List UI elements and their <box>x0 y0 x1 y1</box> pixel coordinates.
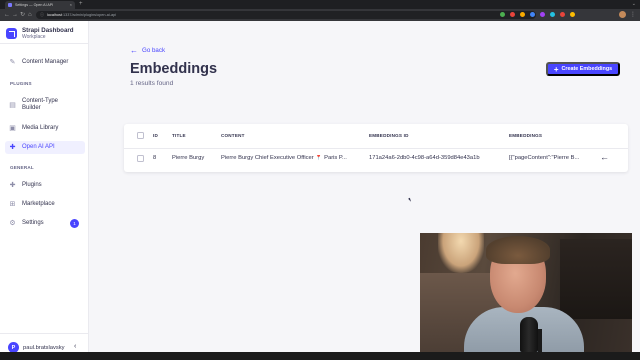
sidebar-item-content-manager[interactable]: ✎ Content Manager <box>5 56 85 69</box>
mic-stand <box>538 329 542 352</box>
sidebar-item-label: Open AI API <box>22 144 55 150</box>
mouse-cursor-icon <box>408 197 412 203</box>
address-bar[interactable]: ⓘ localhost:1337/admin/plugins/open-ai-a… <box>36 11 536 19</box>
new-tab-button[interactable]: + <box>79 1 83 8</box>
lamp <box>438 233 484 273</box>
puzzle-icon: ✚ <box>9 182 16 189</box>
sidebar-item-label: Settings <box>22 220 44 226</box>
extension-icon[interactable] <box>500 12 505 17</box>
sidebar-item-label: Content-Type Builder <box>22 98 59 111</box>
browser-tabstrip: Settings — Open AI API × + ⌄ <box>0 0 640 9</box>
arrow-left-icon: ← <box>130 46 138 55</box>
cell-embeddings: [{"pageContent":"Pierre B... <box>509 155 580 161</box>
plugins-heading: PLUGINS <box>10 81 32 86</box>
url-text: localhost:1337/admin/plugins/open-ai-api <box>47 13 117 17</box>
extension-icon[interactable] <box>530 12 535 17</box>
sidebar-divider <box>0 333 89 334</box>
layout-icon: ▤ <box>9 101 16 109</box>
forward-nav-icon[interactable]: → <box>12 11 18 19</box>
sidebar-item-label: Marketplace <box>22 201 55 207</box>
column-header-embeddings-id[interactable]: EMBEDDINGS ID <box>369 133 409 138</box>
strapi-favicon-icon <box>8 3 12 7</box>
plus-icon: + <box>553 64 559 74</box>
webcam-overlay <box>420 233 632 352</box>
go-back-label: Go back <box>142 47 166 54</box>
brand-subtitle: Workplace <box>22 34 46 40</box>
browser-toolbar: ← → ↻ ⌂ ⓘ localhost:1337/admin/plugins/o… <box>0 9 640 21</box>
browser-tab[interactable]: Settings — Open AI API × <box>5 1 75 9</box>
extension-icon[interactable] <box>520 12 525 17</box>
browser-menu-icon[interactable]: ⋮ <box>630 11 636 19</box>
image-icon: ▣ <box>9 125 16 132</box>
taskbar <box>0 352 640 360</box>
cell-embeddings-id: 171a24a6-2db0-4c98-a64d-359d84e43a1b <box>369 155 480 161</box>
go-back-link[interactable]: ← Go back <box>130 46 166 55</box>
collapse-sidebar-icon[interactable]: ‹ <box>74 343 76 351</box>
notification-badge: 1 <box>70 219 79 228</box>
sidebar-item-label: Plugins <box>22 182 42 188</box>
extensions-bar <box>500 12 575 17</box>
sidebar: Strapi Dashboard Workplace ✎ Content Man… <box>0 21 89 360</box>
table-divider <box>124 148 628 149</box>
sidebar-divider <box>0 43 89 44</box>
user-name: paul.bratslavsky <box>23 344 65 351</box>
select-all-checkbox[interactable] <box>137 132 144 139</box>
column-header-content[interactable]: CONTENT <box>221 133 245 138</box>
back-nav-icon[interactable]: ← <box>4 11 10 19</box>
extension-icon[interactable] <box>550 12 555 17</box>
create-embeddings-label: Create Embeddings <box>561 66 613 72</box>
sidebar-item-media-library[interactable]: ▣ Media Library <box>5 122 85 135</box>
column-header-title[interactable]: TITLE <box>172 133 186 138</box>
sidebar-item-label: Content Manager <box>22 59 69 65</box>
brand: Strapi Dashboard Workplace <box>6 27 74 40</box>
microphone <box>520 317 538 352</box>
reload-icon[interactable]: ↻ <box>20 11 25 19</box>
gear-icon: ⚙ <box>9 220 16 227</box>
cell-content: Pierre Burgy Chief Executive Officer 📍 P… <box>221 155 347 161</box>
cell-id: 8 <box>153 155 157 161</box>
column-header-id[interactable]: ID <box>153 133 158 138</box>
extension-icon[interactable] <box>570 12 575 17</box>
sidebar-item-content-type-builder[interactable]: ▤ Content-Type Builder <box>5 97 85 113</box>
puzzle-icon: ✚ <box>9 144 16 151</box>
extension-icon[interactable] <box>560 12 565 17</box>
cart-icon: ⊞ <box>9 201 16 208</box>
results-count: 1 results found <box>130 80 174 87</box>
arrow-left-icon[interactable]: ← <box>600 152 609 162</box>
site-info-icon[interactable]: ⓘ <box>40 12 44 18</box>
strapi-logo-icon <box>6 28 17 39</box>
presenter-hair <box>486 236 550 264</box>
brand-title: Strapi Dashboard <box>22 27 74 34</box>
sidebar-item-plugins[interactable]: ✚ Plugins <box>5 179 85 192</box>
general-heading: GENERAL <box>10 165 34 170</box>
embeddings-table: ID TITLE CONTENT EMBEDDINGS ID EMBEDDING… <box>124 124 628 172</box>
cell-title: Pierre Burgy <box>172 155 205 161</box>
home-icon[interactable]: ⌂ <box>28 11 32 19</box>
page-title: Embeddings <box>130 61 218 77</box>
pencil-icon: ✎ <box>9 59 16 66</box>
sidebar-item-label: Media Library <box>22 125 59 131</box>
create-embeddings-button[interactable]: + Create Embeddings <box>546 62 620 76</box>
profile-avatar[interactable] <box>619 11 626 18</box>
tab-title: Settings — Open AI API <box>15 3 54 7</box>
sidebar-item-settings[interactable]: ⚙ Settings 1 <box>5 217 85 230</box>
sidebar-item-open-ai-api[interactable]: ✚ Open AI API <box>5 141 85 154</box>
extension-icon[interactable] <box>510 12 515 17</box>
shelf <box>560 239 632 319</box>
tab-search-icon[interactable]: ⌄ <box>632 1 636 8</box>
sidebar-item-marketplace[interactable]: ⊞ Marketplace <box>5 198 85 211</box>
tab-close-icon[interactable]: × <box>70 3 72 7</box>
column-header-embeddings[interactable]: EMBEDDINGS <box>509 133 542 138</box>
row-checkbox[interactable] <box>137 155 144 162</box>
extension-icon[interactable] <box>540 12 545 17</box>
